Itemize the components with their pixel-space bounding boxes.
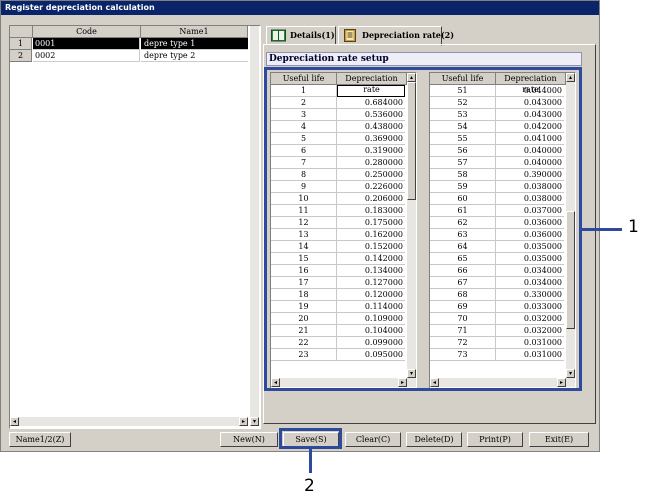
code-cell: 0001 — [33, 38, 140, 50]
list-item[interactable]: 1 0001 depre type 1 — [10, 38, 260, 50]
row-header-corner — [10, 26, 33, 38]
tab-depreciation-rate-label: Depreciation rate(2) — [362, 30, 455, 40]
book-icon — [271, 29, 286, 42]
print-button[interactable]: Print(P) — [467, 432, 523, 447]
clear-button[interactable]: Clear(C) — [345, 432, 401, 447]
name-cell: depre type 2 — [141, 50, 248, 62]
list-horizontal-scrollbar[interactable]: ◂ ▸ — [10, 417, 248, 426]
type-list: Code Name1 1 0001 depre type 1 2 0002 de… — [9, 25, 261, 429]
list-vertical-scrollbar[interactable]: ▾ — [250, 26, 259, 426]
name-cell: depre type 1 — [141, 38, 248, 50]
row-number: 1 — [10, 38, 32, 50]
tab-details[interactable]: Details(1) — [266, 26, 336, 45]
callout-1-leader — [582, 228, 622, 231]
name-toggle-button[interactable]: Name1/2(Z) — [9, 432, 71, 447]
scroll-left-icon[interactable]: ◂ — [10, 417, 19, 426]
save-button-callout-frame — [279, 428, 342, 449]
callout-2-number: 2 — [304, 476, 315, 496]
scroll-down-icon[interactable]: ▾ — [250, 417, 259, 426]
code-column-header[interactable]: Code — [33, 26, 141, 38]
rate-grid-callout-frame — [264, 67, 582, 391]
tab-details-label: Details(1) — [290, 30, 335, 40]
code-cell: 0002 — [33, 50, 140, 62]
exit-button[interactable]: Exit(E) — [529, 432, 589, 447]
delete-button[interactable]: Delete(D) — [406, 432, 462, 447]
callout-2-leader — [309, 449, 312, 473]
scroll-right-icon[interactable]: ▸ — [239, 417, 248, 426]
tab-depreciation-rate[interactable]: Depreciation rate(2) — [338, 26, 454, 46]
row-number: 2 — [10, 50, 32, 62]
new-button[interactable]: New(N) — [220, 432, 278, 447]
name-column-header[interactable]: Name1 — [141, 26, 248, 38]
list-item[interactable]: 2 0002 depre type 2 — [10, 50, 260, 62]
section-title: Depreciation rate setup — [266, 52, 582, 66]
ledger-icon — [344, 29, 356, 42]
window-title: Register depreciation calculation — [1, 1, 599, 15]
callout-1-number: 1 — [628, 217, 639, 237]
